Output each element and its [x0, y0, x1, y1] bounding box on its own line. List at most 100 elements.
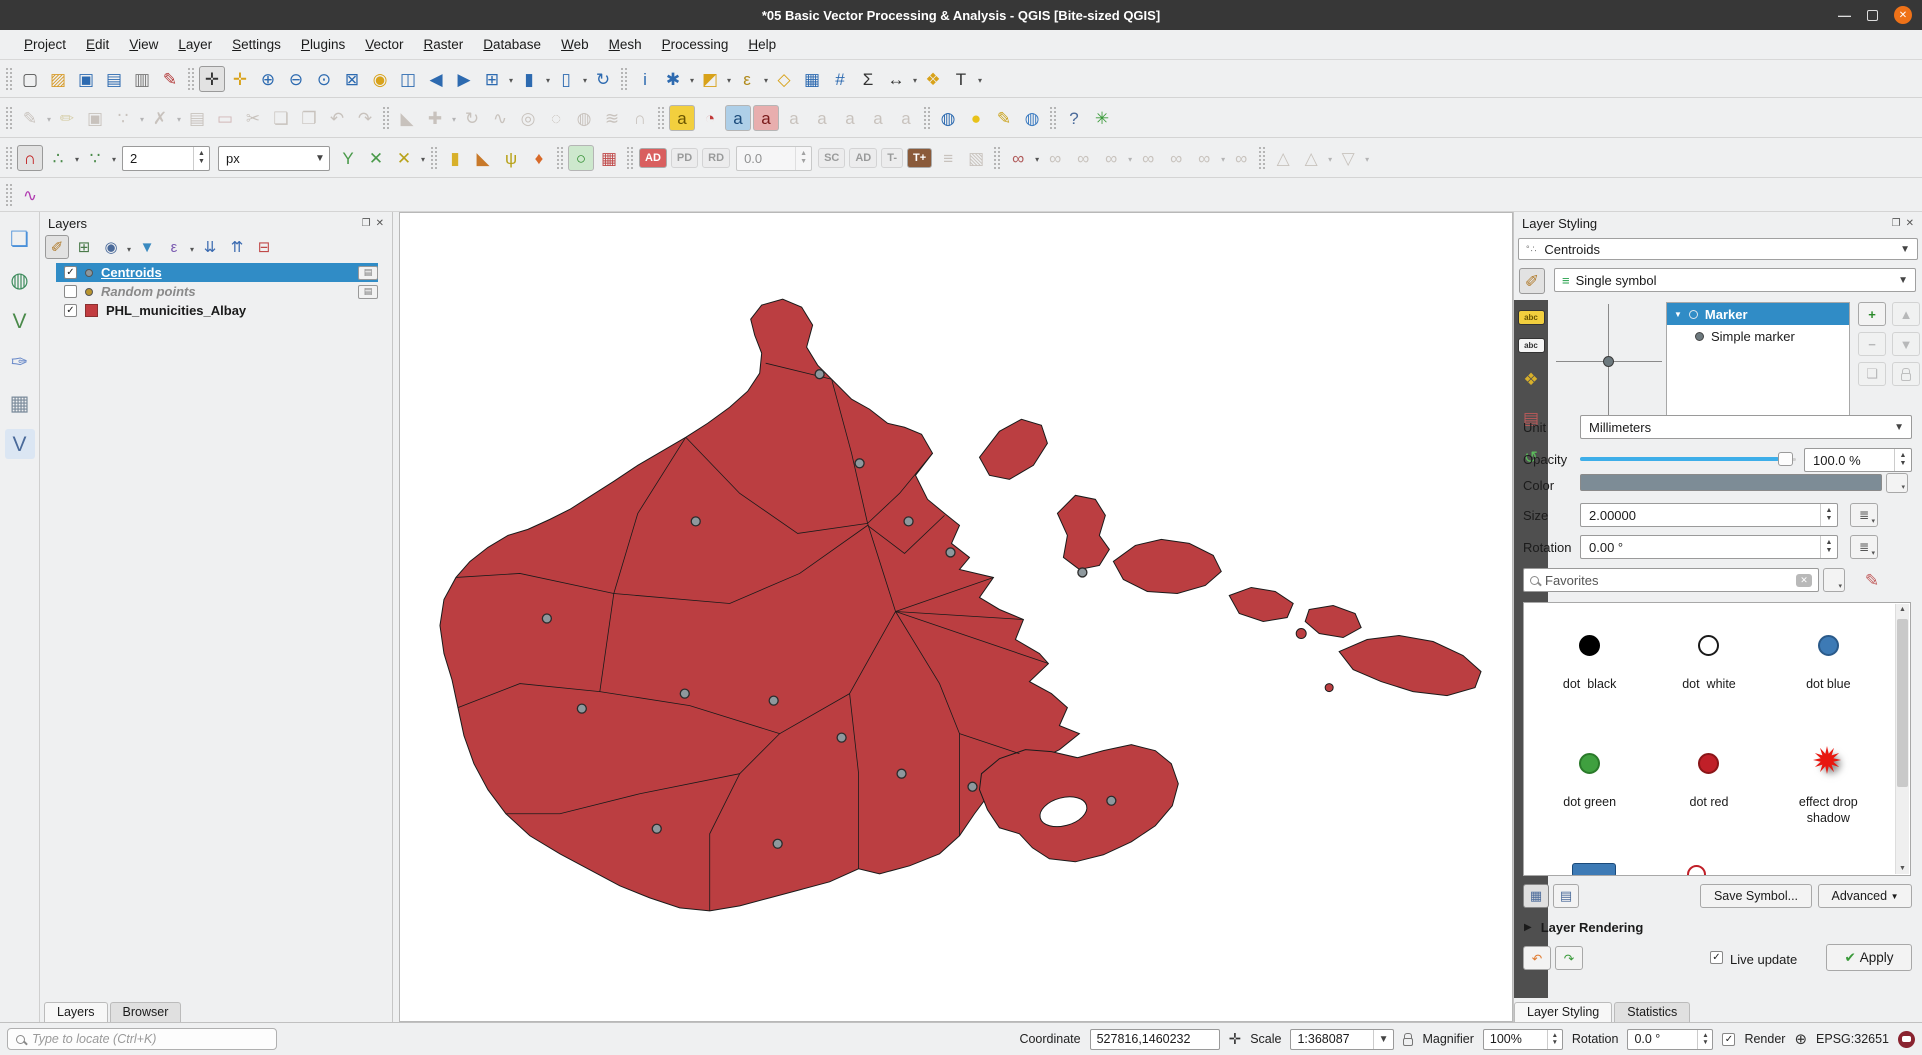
filter-expression-icon[interactable]: ε▾ — [162, 235, 186, 259]
open-project-icon[interactable]: ▨ — [45, 66, 71, 92]
expand-all-icon[interactable]: ⇊ — [198, 235, 222, 259]
cad-dock-icon[interactable]: ◣ — [394, 105, 420, 131]
toolbar-handle[interactable] — [1050, 107, 1056, 129]
multiedit-attributes-icon[interactable]: ▤ — [184, 105, 210, 131]
reshape-features-icon[interactable]: ∩ — [627, 105, 653, 131]
move-down-button[interactable]: ▼ — [1892, 332, 1920, 356]
panel-float-icon[interactable]: ❐ — [362, 218, 371, 229]
trace-plus-chip[interactable]: T+ — [907, 148, 932, 168]
metasearch-icon[interactable]: ◍ — [935, 105, 961, 131]
data-source-manager-icon[interactable]: ❏ — [5, 224, 35, 254]
layer-visibility-checkbox[interactable] — [64, 285, 77, 298]
cad-rd-chip[interactable]: RD — [702, 148, 730, 168]
offset-curve-icon[interactable]: ≋ — [599, 105, 625, 131]
move-feature-icon[interactable]: ✚▾ — [422, 105, 448, 131]
save-project-icon[interactable]: ▣ — [73, 66, 99, 92]
cut-features-icon[interactable]: ✂ — [240, 105, 266, 131]
help-icon[interactable]: ? — [1061, 105, 1087, 131]
zoom-last-icon[interactable]: ◀ — [423, 66, 449, 92]
diagram-show-icon[interactable]: ∞ — [1070, 145, 1096, 171]
snapping-vertex-icon[interactable]: ∴▾ — [45, 145, 71, 171]
map-tips-icon[interactable]: ❖ — [920, 66, 946, 92]
zoom-out-icon[interactable]: ⊖ — [283, 66, 309, 92]
menu-database[interactable]: Database — [473, 33, 551, 56]
icon-view-toggle[interactable]: ▦ — [1523, 884, 1549, 908]
mesh-select-icon[interactable]: △▾ — [1298, 145, 1324, 171]
move-label-icon[interactable]: a — [837, 105, 863, 131]
labeling-single-icon[interactable]: a — [725, 105, 751, 131]
simplify-feature-icon[interactable]: ∿ — [487, 105, 513, 131]
identify-features-icon[interactable]: i — [632, 66, 658, 92]
add-symbol-layer-button[interactable]: + — [1858, 302, 1886, 326]
renderer-combo[interactable]: ≡ Single symbol ▼ — [1554, 268, 1916, 292]
trace-minus-chip[interactable]: T- — [881, 148, 903, 168]
highlight-labels-icon[interactable]: a — [809, 105, 835, 131]
expand-icon[interactable]: ▼ — [1674, 310, 1682, 319]
toolbar-handle[interactable] — [6, 68, 12, 90]
undo-icon[interactable]: ↶ — [324, 105, 350, 131]
change-label-icon[interactable]: a — [893, 105, 919, 131]
maximize-icon[interactable] — [1867, 10, 1878, 21]
equalizer-icon[interactable]: ≡ — [935, 145, 961, 171]
symbol-dot-red[interactable]: dot red — [1649, 731, 1768, 849]
diagram-hide-icon[interactable]: ∞▾ — [1098, 145, 1124, 171]
topological-editing-icon[interactable]: Y — [335, 145, 361, 171]
new-project-icon[interactable]: ▢ — [17, 66, 43, 92]
filter-legend-icon[interactable]: ▼ — [135, 235, 159, 259]
new-print-layout-icon[interactable]: ▤ — [101, 66, 127, 92]
layout-manager-icon[interactable]: ▥ — [129, 66, 155, 92]
toolbar-handle[interactable] — [621, 68, 627, 90]
deselect-all-icon[interactable]: ◇ — [771, 66, 797, 92]
locate-search-input[interactable]: Type to locate (Ctrl+K) — [7, 1028, 277, 1050]
snapping-unit-combo[interactable]: px▼ — [218, 146, 330, 171]
undo-style-button[interactable]: ↶ — [1523, 946, 1551, 970]
add-feature-icon[interactable]: ∵▾ — [110, 105, 136, 131]
new-shapefile-icon[interactable]: V — [5, 306, 35, 336]
tab-layers[interactable]: Layers — [44, 1002, 108, 1022]
rotation-data-defined-icon[interactable]: ≣ — [1850, 535, 1878, 559]
osm-duck-icon[interactable]: ● — [963, 105, 989, 131]
delete-selected-icon[interactable]: ▭ — [212, 105, 238, 131]
menu-edit[interactable]: Edit — [76, 33, 119, 56]
toolbar-handle[interactable] — [383, 107, 389, 129]
symbol-dot-white[interactable]: dot white — [1649, 613, 1768, 731]
scroll-thumb[interactable] — [1897, 619, 1908, 787]
toolbar-handle[interactable] — [924, 107, 930, 129]
symbology-tab-icon[interactable]: ✐ — [1519, 268, 1545, 294]
toolbar-handle[interactable] — [6, 147, 12, 169]
layer-visibility-checkbox[interactable]: ✓ — [64, 266, 77, 279]
symbol-dot-blue[interactable]: dot blue — [1769, 613, 1888, 731]
snapping-toggle-icon[interactable]: ∩ — [17, 145, 43, 171]
new-virtual-layer-icon[interactable]: V — [5, 429, 35, 459]
menu-help[interactable]: Help — [738, 33, 786, 56]
new-geopackage-icon[interactable]: ◍ — [5, 265, 35, 295]
scale-combo[interactable]: 1:368087▼ — [1290, 1029, 1394, 1050]
save-symbol-button[interactable]: Save Symbol... — [1700, 884, 1812, 908]
vertex-tool-icon[interactable]: ✗▾ — [147, 105, 173, 131]
live-update-checkbox[interactable]: ✓ — [1710, 951, 1723, 964]
symbol-peek-ring[interactable] — [1687, 865, 1706, 876]
rotate-feature-icon[interactable]: ↻ — [459, 105, 485, 131]
zoom-to-layer-icon[interactable]: ◫ — [395, 66, 421, 92]
redo-style-button[interactable]: ↷ — [1555, 946, 1583, 970]
add-ring-icon[interactable]: ◎ — [515, 105, 541, 131]
duplicate-symbol-layer-button[interactable]: ❏ — [1858, 362, 1886, 386]
apply-button[interactable]: ✔Apply — [1826, 944, 1912, 971]
snap-intersection-icon[interactable]: ✕ — [363, 145, 389, 171]
toolbar-handle[interactable] — [557, 147, 563, 169]
symbol-peek-rect[interactable] — [1572, 863, 1616, 876]
symbol-dot-green[interactable]: dot green — [1530, 731, 1649, 849]
style-manager-icon[interactable]: ✎ — [1859, 567, 1885, 593]
menu-raster[interactable]: Raster — [414, 33, 474, 56]
list-view-toggle[interactable]: ▤ — [1553, 884, 1579, 908]
new-map-view-icon[interactable]: ⊞▾ — [479, 66, 505, 92]
color-dropdown-icon[interactable] — [1886, 473, 1908, 493]
text-annotation-icon[interactable]: T▾ — [948, 66, 974, 92]
panel-float-icon[interactable]: ❐ — [1892, 218, 1901, 229]
close-icon[interactable]: ✕ — [1894, 6, 1912, 24]
new-spatial-bookmark-icon[interactable]: ▮▾ — [516, 66, 542, 92]
snapping-tolerance-spin[interactable]: 2▲▼ — [122, 146, 210, 171]
menu-processing[interactable]: Processing — [652, 33, 739, 56]
mesh-transform-icon[interactable]: ▽▾ — [1335, 145, 1361, 171]
menu-plugins[interactable]: Plugins — [291, 33, 355, 56]
